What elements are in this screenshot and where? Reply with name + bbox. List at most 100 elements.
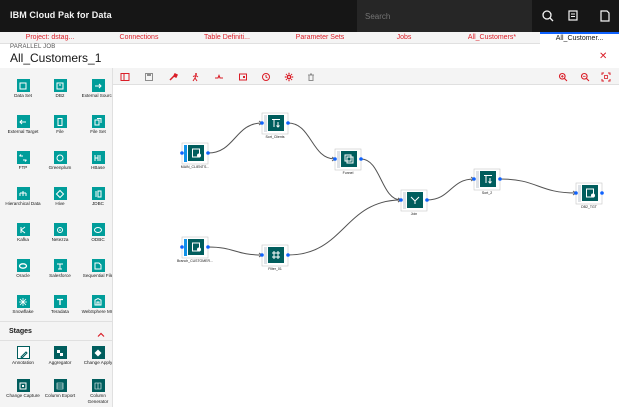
link-line[interactable]: [499, 178, 577, 194]
zoom-out-icon[interactable]: [579, 71, 590, 82]
output-port[interactable]: [206, 245, 210, 249]
tab-all-customers-1[interactable]: All_Customer...: [540, 32, 619, 44]
palette-stage-item[interactable]: Change Capture: [5, 375, 41, 407]
node-label: DB2_TGT: [581, 205, 598, 209]
link-line[interactable]: [287, 199, 402, 256]
flow-node-join[interactable]: Join: [399, 189, 429, 216]
node-icon-box: [188, 239, 204, 255]
palette-item-label: File Set: [90, 129, 106, 134]
flow-node-sort[interactable]: Sort_2: [472, 168, 502, 195]
output-port[interactable]: [425, 198, 429, 202]
job-canvas[interactable]: MAIN_CLIENTS... Sort_Clients Funnel Join Sor…: [113, 86, 619, 407]
palette-item-label: Oracle: [16, 273, 30, 278]
input-port[interactable]: [260, 253, 264, 257]
palette-item[interactable]: File Set: [80, 111, 112, 147]
palette-stage-label: Change Apply: [83, 360, 113, 365]
hbase-icon: [91, 151, 105, 164]
output-port[interactable]: [286, 121, 290, 125]
palette-item[interactable]: File: [42, 111, 78, 147]
palette-stage-item[interactable]: Annotation: [5, 342, 41, 378]
flow-node-source[interactable]: MAIN_CLIENTS...: [180, 142, 210, 169]
output-port[interactable]: [600, 191, 604, 195]
preview-icon[interactable]: [237, 71, 248, 82]
palette-stage-label: Column Generator: [87, 393, 109, 404]
settings-wrench-icon[interactable]: [167, 71, 178, 82]
aggregator-icon: [53, 346, 67, 359]
search-input[interactable]: [357, 0, 532, 32]
schedule-icon[interactable]: [260, 71, 271, 82]
palette-item[interactable]: Greenplum: [42, 147, 78, 183]
palette-stage-item[interactable]: Column Generator: [80, 375, 112, 407]
palette-item[interactable]: Salesforce: [42, 255, 78, 291]
link-icon[interactable]: [213, 71, 224, 82]
palette-item[interactable]: HBase: [80, 147, 112, 183]
palette-item[interactable]: External Target: [5, 111, 41, 147]
node-label: Join: [411, 212, 417, 216]
palette-item[interactable]: Hierarchical Data: [5, 183, 41, 219]
gear-icon[interactable]: [283, 71, 294, 82]
tab-connections[interactable]: Connections: [100, 32, 178, 44]
flow-node-source[interactable]: Branch_CUSTOMER...: [177, 236, 213, 263]
palette-item[interactable]: Data Set: [5, 75, 41, 111]
toggle-palette-icon[interactable]: [119, 71, 130, 82]
link-line[interactable]: [207, 122, 263, 154]
palette-item[interactable]: Sequential File: [80, 255, 112, 291]
palette-stage-item[interactable]: Aggregator: [42, 342, 78, 378]
flow-node-filter[interactable]: Filter_01: [260, 244, 290, 271]
flow-node-funnel[interactable]: Funnel: [333, 148, 363, 175]
stages-section-header[interactable]: Stages: [0, 321, 112, 341]
palette-item[interactable]: JDBC: [80, 183, 112, 219]
close-icon[interactable]: ✕: [599, 51, 607, 63]
link-line[interactable]: [287, 122, 336, 160]
input-port[interactable]: [333, 157, 337, 161]
ftp-icon: [16, 151, 30, 164]
link-line[interactable]: [426, 178, 475, 201]
input-port[interactable]: [472, 177, 476, 181]
flow-node-sort[interactable]: Sort_Clients: [260, 112, 290, 139]
input-port[interactable]: [399, 198, 403, 202]
palette-item[interactable]: Kafka: [5, 219, 41, 255]
link-line[interactable]: [360, 158, 402, 201]
fit-to-screen-icon[interactable]: [600, 71, 611, 82]
zoom-in-icon[interactable]: [557, 71, 568, 82]
delete-icon[interactable]: [305, 71, 316, 82]
output-port[interactable]: [286, 253, 290, 257]
flow-node-target[interactable]: DB2_TGT: [574, 182, 604, 209]
tab-parameter-sets[interactable]: Parameter Sets: [276, 32, 364, 44]
tab-project[interactable]: Project: dstag...: [0, 32, 100, 44]
palette-item[interactable]: Oracle: [5, 255, 41, 291]
link-line[interactable]: [207, 246, 263, 256]
palette-item[interactable]: FTP: [5, 147, 41, 183]
input-port[interactable]: [180, 245, 184, 249]
file-set-icon: [91, 115, 105, 128]
run-icon[interactable]: [189, 71, 200, 82]
palette-item[interactable]: External Source: [80, 75, 113, 111]
user-menu-icon[interactable]: [597, 8, 613, 24]
output-port[interactable]: [206, 151, 210, 155]
palette-item-label: External Source: [81, 93, 113, 98]
tab-jobs[interactable]: Jobs: [364, 32, 444, 44]
file-icon: [53, 115, 67, 128]
palette-item-label: Data Set: [14, 93, 32, 98]
brand-name: IBM Cloud Pak for Data: [10, 10, 112, 20]
tab-table-definitions[interactable]: Table Definiti...: [178, 32, 276, 44]
palette-stage-item[interactable]: Column Export: [42, 375, 78, 407]
chevron-up-icon[interactable]: [96, 327, 106, 337]
input-port[interactable]: [574, 191, 578, 195]
palette-stage-item[interactable]: Change Apply: [80, 342, 113, 378]
palette-item[interactable]: Hive: [42, 183, 78, 219]
output-port[interactable]: [359, 157, 363, 161]
output-port[interactable]: [498, 177, 502, 181]
notifications-icon[interactable]: [565, 8, 581, 24]
sequential-file-icon: [91, 259, 105, 272]
input-port[interactable]: [260, 121, 264, 125]
palette-item[interactable]: DB2: [42, 75, 78, 111]
palette-item[interactable]: Netezza: [42, 219, 78, 255]
input-port[interactable]: [180, 151, 184, 155]
jdbc-icon: [91, 187, 105, 200]
save-icon[interactable]: [143, 71, 154, 82]
node-icon-box: [268, 247, 284, 263]
palette-item[interactable]: ODBC: [80, 219, 112, 255]
search-icon[interactable]: [540, 8, 556, 24]
tab-all-customers[interactable]: All_Customers*: [444, 32, 540, 44]
